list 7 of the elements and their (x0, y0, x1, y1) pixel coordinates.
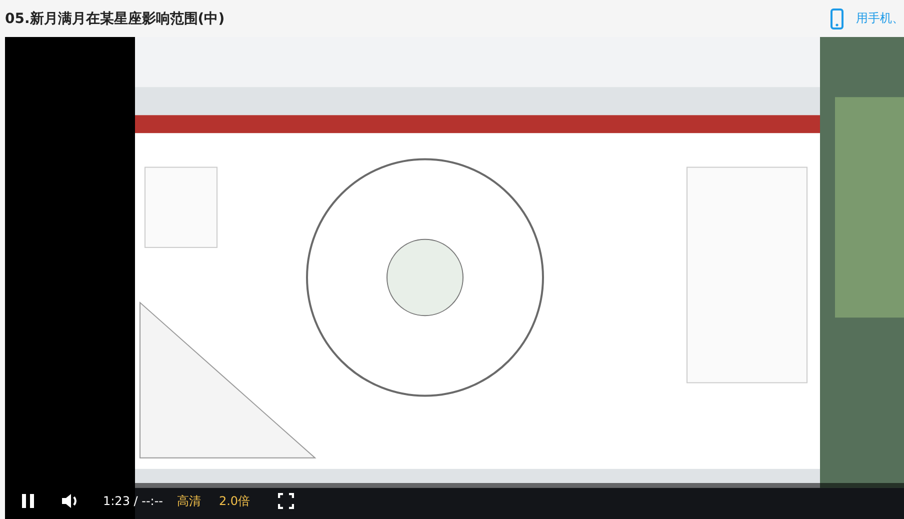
playback-time: 1:23 / --:-- (103, 494, 163, 508)
pause-button[interactable] (21, 493, 35, 509)
speed-button[interactable]: 2.0倍 (218, 492, 250, 510)
fullscreen-icon[interactable] (278, 493, 294, 509)
quality-button[interactable]: 高清 (176, 492, 201, 510)
phone-icon[interactable] (830, 8, 844, 30)
video-title: 05.新月满月在某星座影响范围(中) (5, 10, 225, 28)
